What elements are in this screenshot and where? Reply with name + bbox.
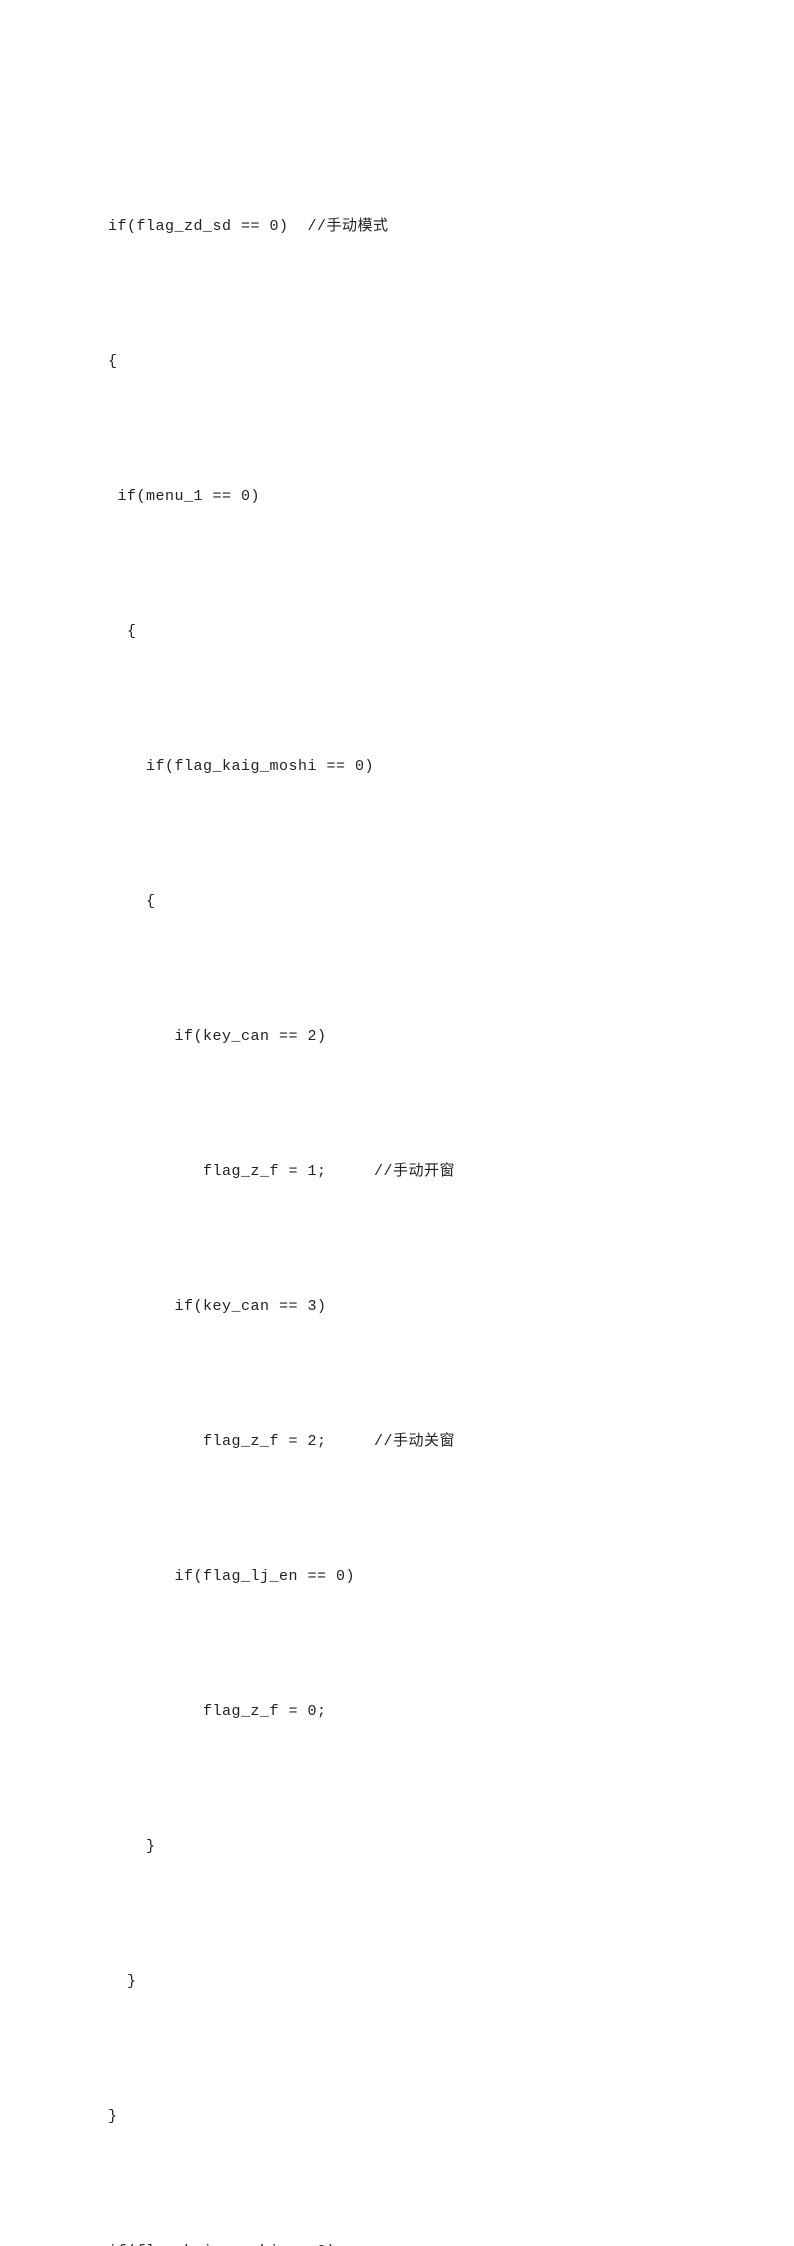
code-block: if(flag_zd_sd == 0) //手动模式 { if(menu_1 =…: [0, 0, 794, 2246]
code-line: if(flag_zd_sd == 0) //手动模式: [108, 204, 794, 249]
code-line: }: [108, 1959, 794, 2004]
code-line: if(menu_1 == 0): [108, 474, 794, 519]
code-line: {: [108, 609, 794, 654]
code-line: {: [108, 339, 794, 384]
code-line: {: [108, 879, 794, 924]
code-line: flag_z_f = 1; //手动开窗: [108, 1149, 794, 1194]
code-line: if(flag_lj_en == 0): [108, 1554, 794, 1599]
code-line: if(key_can == 2): [108, 1014, 794, 1059]
code-line: flag_z_f = 0;: [108, 1689, 794, 1734]
code-line: }: [108, 2094, 794, 2139]
code-line: flag_z_f = 2; //手动关窗: [108, 1419, 794, 1464]
code-line: if(key_can == 3): [108, 1284, 794, 1329]
code-line: }: [108, 1824, 794, 1869]
code-line: if(flag_kaig_moshi == 0): [108, 2229, 794, 2246]
code-line: if(flag_kaig_moshi == 0): [108, 744, 794, 789]
